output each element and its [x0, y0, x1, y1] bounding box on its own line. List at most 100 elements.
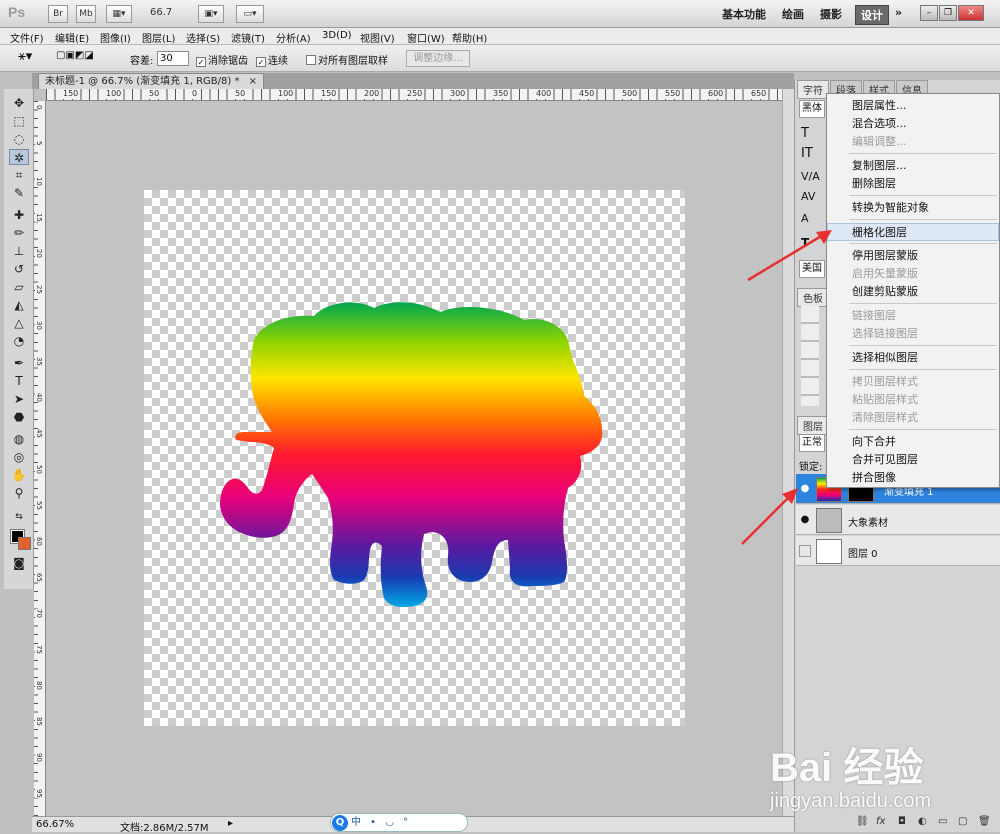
workspace-essentials[interactable]: 基本功能: [722, 6, 766, 22]
mini-bridge-button[interactable]: Mb: [76, 5, 96, 23]
menu-analysis[interactable]: 分析(A): [276, 30, 311, 45]
screen-mode-icon[interactable]: ▭▾: [236, 5, 264, 23]
add-mask-icon[interactable]: ◘: [898, 816, 906, 827]
layer-row-layer-0[interactable]: 图层 0: [796, 536, 1000, 566]
hand-tool-icon[interactable]: ✋: [9, 467, 29, 483]
menu-file[interactable]: 文件(F): [10, 30, 44, 45]
font-family-select[interactable]: 黑体: [799, 100, 825, 118]
context-menu-item[interactable]: 拼合图像: [827, 469, 999, 487]
antialias-checkbox[interactable]: ✓ 消除锯齿: [196, 52, 248, 67]
tolerance-input[interactable]: 30: [157, 51, 189, 66]
context-menu-item[interactable]: 图层属性...: [827, 97, 999, 115]
magic-wand-tool-icon[interactable]: ⚹▾: [18, 49, 32, 64]
menu-window[interactable]: 窗口(W): [407, 30, 445, 45]
adjustment-layer-icon[interactable]: ◐: [918, 816, 927, 827]
restore-icon[interactable]: ❐: [939, 5, 957, 21]
context-menu-item[interactable]: 向下合并: [827, 433, 999, 451]
context-menu-item[interactable]: 转换为智能对象: [827, 199, 999, 217]
ime-toolbar[interactable]: Q 中 • ◡ °: [330, 813, 468, 832]
marquee-tool-icon[interactable]: ⬚: [9, 113, 29, 129]
tab-character[interactable]: 字符: [797, 80, 829, 99]
blend-mode-select[interactable]: 正常: [799, 434, 825, 452]
layer-name: 图层 0: [848, 549, 878, 560]
dodge-tool-icon[interactable]: ◔: [9, 333, 29, 349]
clone-stamp-icon[interactable]: ⊥: [9, 243, 29, 259]
workspace-photography[interactable]: 摄影: [820, 6, 842, 22]
path-selection-icon[interactable]: ➤: [9, 391, 29, 407]
document-tab[interactable]: 未标题-1 @ 66.7% (渐变填充 1, RGB/8) * ×: [38, 73, 265, 89]
more-workspaces-icon[interactable]: »: [895, 6, 902, 19]
tab-swatches[interactable]: 色板: [797, 288, 829, 307]
context-menu-item[interactable]: 合并可见图层: [827, 451, 999, 469]
group-icon[interactable]: ▭: [938, 816, 947, 827]
workspace-painting[interactable]: 绘画: [782, 6, 804, 22]
context-menu-item[interactable]: 创建剪贴蒙版: [827, 283, 999, 301]
menu-filter[interactable]: 滤镜(T): [231, 30, 265, 45]
bridge-button[interactable]: Br: [48, 5, 68, 23]
healing-brush-icon[interactable]: ✚: [9, 207, 29, 223]
paint-bucket-icon[interactable]: ◭: [9, 297, 29, 313]
vertical-scrollbar[interactable]: [782, 89, 794, 816]
kerning-icon: V/A: [801, 170, 820, 183]
menu-separator: [849, 153, 997, 154]
menu-edit[interactable]: 编辑(E): [55, 30, 89, 45]
close-tab-icon[interactable]: ×: [249, 76, 257, 87]
pen-tool-icon[interactable]: ✒: [9, 355, 29, 371]
workspace-design[interactable]: 设计: [855, 5, 889, 25]
eraser-tool-icon[interactable]: ▱: [9, 279, 29, 295]
zoom-tool-icon[interactable]: ⚲: [9, 485, 29, 501]
link-layers-icon[interactable]: ⛓: [856, 816, 869, 827]
magic-wand-icon[interactable]: ✲: [9, 149, 29, 165]
shape-tool-icon[interactable]: ⬣: [9, 409, 29, 425]
selection-mode-icons[interactable]: ▢▣◩◪: [56, 50, 94, 61]
context-menu-item[interactable]: 栅格化图层: [827, 223, 999, 241]
swatch-grid[interactable]: [801, 306, 819, 406]
layers-panel-footer: ⛓ fx ◘ ◐ ▭ ▢ 🗑: [850, 816, 1000, 832]
lasso-tool-icon[interactable]: ◌: [9, 131, 29, 147]
menu-3d[interactable]: 3D(D): [322, 30, 352, 41]
menu-layer[interactable]: 图层(L): [142, 30, 175, 45]
context-menu-item[interactable]: 混合选项...: [827, 115, 999, 133]
context-menu-item[interactable]: 选择相似图层: [827, 349, 999, 367]
layer-row-elephant[interactable]: ● 大象素材: [796, 505, 1000, 535]
contiguous-checkbox[interactable]: ✓ 连续: [256, 52, 288, 67]
quick-mask-icon[interactable]: ◙: [9, 555, 29, 571]
horizontal-ruler: 150 100 50 0 50 100 150 200 250 300 350 400 450 500 55…: [46, 89, 794, 101]
3d-rotate-icon[interactable]: ◍: [9, 431, 29, 447]
close-icon[interactable]: ✕: [958, 5, 984, 21]
view-extras-icon[interactable]: ▦▾: [106, 5, 132, 23]
3d-orbit-icon[interactable]: ◎: [9, 449, 29, 465]
move-tool-icon[interactable]: ✥: [9, 95, 29, 111]
background-color-swatch[interactable]: [18, 537, 31, 550]
layer-style-icon[interactable]: fx: [876, 816, 885, 827]
ruler-tick-label: 600: [707, 89, 725, 99]
status-zoom[interactable]: 66.67%: [36, 819, 74, 830]
swap-colors-icon[interactable]: ⇆: [9, 509, 29, 525]
status-menu-arrow-icon[interactable]: ▸: [228, 818, 233, 829]
tab-layers[interactable]: 图层: [797, 416, 829, 435]
eyedropper-tool-icon[interactable]: ✎: [9, 185, 29, 201]
canvas[interactable]: [144, 190, 685, 726]
blur-tool-icon[interactable]: △: [9, 315, 29, 331]
context-menu-item[interactable]: 停用图层蒙版: [827, 247, 999, 265]
menu-view[interactable]: 视图(V): [360, 30, 395, 45]
arrange-documents-icon[interactable]: ▣▾: [198, 5, 224, 23]
brush-tool-icon[interactable]: ✏: [9, 225, 29, 241]
context-menu-item[interactable]: 删除图层: [827, 175, 999, 193]
context-menu-item[interactable]: 复制图层...: [827, 157, 999, 175]
crop-tool-icon[interactable]: ⌗: [9, 167, 29, 183]
minimize-icon[interactable]: –: [920, 5, 938, 21]
new-layer-icon[interactable]: ▢: [958, 816, 967, 827]
history-brush-icon[interactable]: ↺: [9, 261, 29, 277]
delete-layer-icon[interactable]: 🗑: [978, 816, 991, 827]
baidu-watermark: Bai 经验: [770, 746, 924, 790]
menu-image[interactable]: 图像(I): [100, 30, 131, 45]
sample-all-layers-checkbox[interactable]: 对所有图层取样: [306, 52, 388, 67]
context-menu-item: 粘贴图层样式: [852, 393, 918, 406]
zoom-level[interactable]: 66.7: [150, 7, 172, 18]
menu-help[interactable]: 帮助(H): [452, 30, 487, 45]
menu-select[interactable]: 选择(S): [186, 30, 220, 45]
type-tool-icon[interactable]: T: [9, 373, 29, 389]
options-bar: ⚹▾ ▢▣◩◪ 容差: ✓ 消除锯齿 ✓ 连续 对所有图层取样: [0, 45, 1000, 72]
refine-edge-button[interactable]: 调整边缘...: [406, 50, 470, 67]
